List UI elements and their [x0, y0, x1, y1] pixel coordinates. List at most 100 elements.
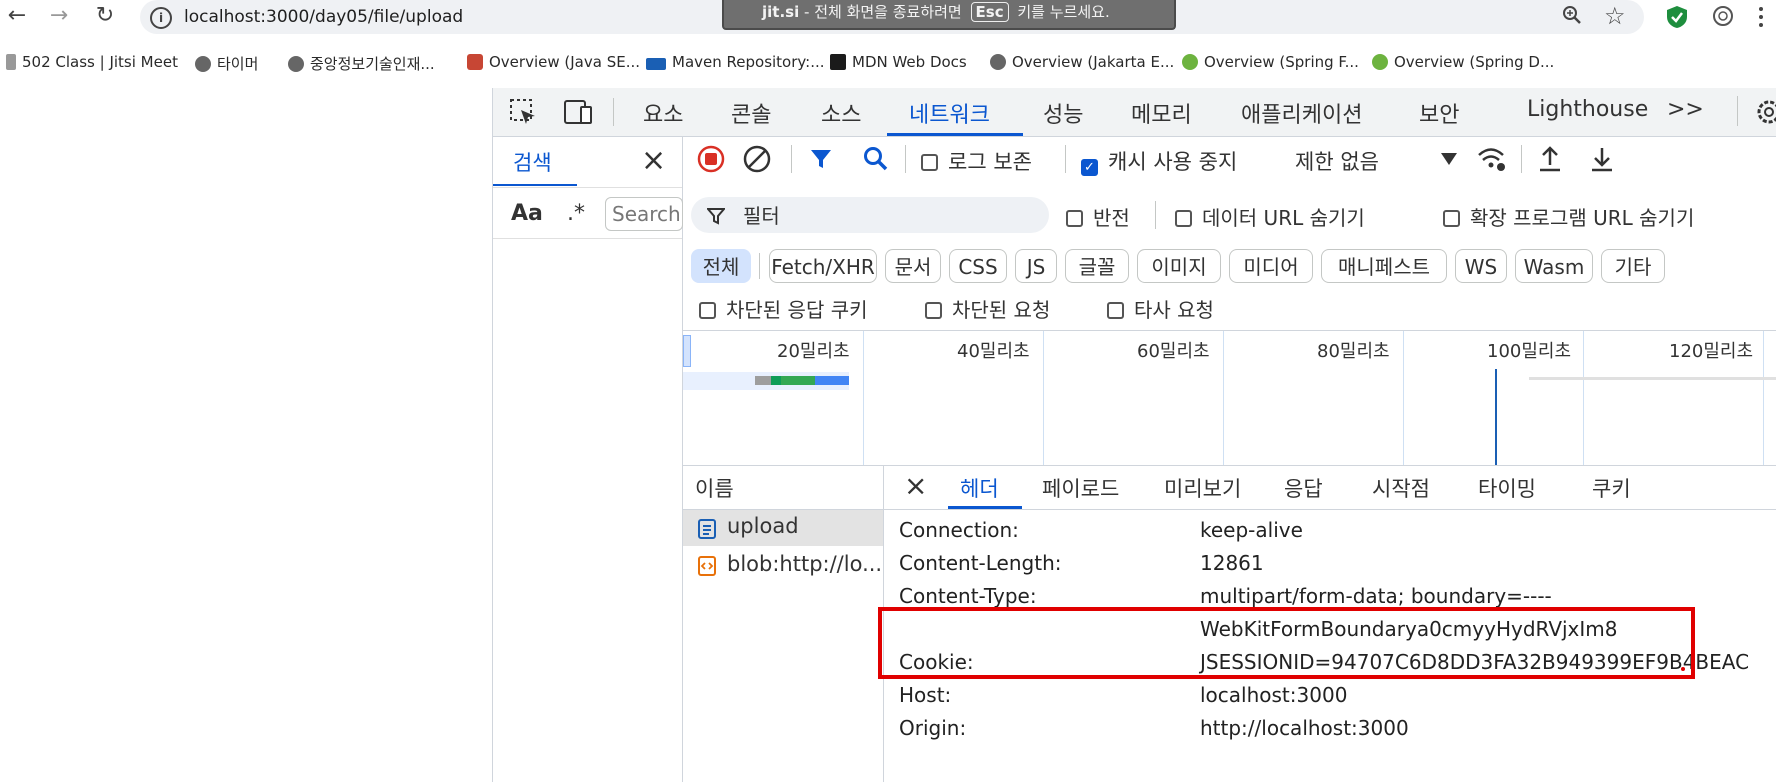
- globe-icon: [990, 54, 1006, 70]
- checkbox-box[interactable]: [925, 302, 942, 319]
- settings-gear-icon[interactable]: [1755, 98, 1776, 130]
- divider: [1521, 145, 1522, 173]
- filter-input[interactable]: 필터: [691, 197, 1049, 233]
- globe-icon: [288, 56, 304, 72]
- tab-response[interactable]: 응답: [1284, 473, 1323, 503]
- bookmark-item[interactable]: MDN Web Docs: [830, 53, 967, 71]
- type-filter-manifest[interactable]: 매니페스트: [1321, 249, 1447, 283]
- tab-network[interactable]: 네트워크: [909, 97, 990, 129]
- search-icon[interactable]: [863, 146, 889, 176]
- bookmark-item[interactable]: 502 Class | Jitsi Meet: [6, 53, 178, 71]
- type-filter-fetch-xhr[interactable]: Fetch/XHR: [769, 249, 877, 283]
- back-arrow-icon[interactable]: ←: [2, 2, 32, 30]
- clear-icon[interactable]: [743, 145, 771, 177]
- dropdown-arrow-icon[interactable]: [1441, 153, 1457, 165]
- close-icon[interactable]: ×: [641, 143, 666, 178]
- invert-label: 반전: [1093, 206, 1130, 230]
- checkbox-box[interactable]: [1066, 210, 1083, 227]
- export-har-download-icon[interactable]: [1589, 145, 1615, 177]
- tab-sources[interactable]: 소스: [821, 97, 861, 129]
- type-filter-all[interactable]: 전체: [691, 249, 751, 283]
- preserve-log-checkbox[interactable]: 로그 보존: [921, 146, 1032, 176]
- tab-timing[interactable]: 타이밍: [1478, 473, 1536, 503]
- extension-shield-icon[interactable]: [1666, 5, 1688, 34]
- search-tab[interactable]: 검색: [513, 147, 552, 177]
- type-filter-font[interactable]: 글꼴: [1065, 249, 1129, 283]
- throttling-select[interactable]: 제한 없음: [1295, 146, 1379, 176]
- filter-funnel-icon[interactable]: [809, 147, 833, 175]
- tab-memory[interactable]: 메모리: [1131, 97, 1192, 129]
- search-input[interactable]: Search: [605, 197, 683, 231]
- hide-extension-urls-checkbox[interactable]: 확장 프로그램 URL 숨기기: [1443, 202, 1694, 231]
- type-filter-css[interactable]: CSS: [949, 249, 1007, 283]
- hide-data-urls-checkbox[interactable]: 데이터 URL 숨기기: [1175, 202, 1365, 231]
- profile-icon[interactable]: [1712, 5, 1734, 32]
- timeline-overview[interactable]: 20밀리초 40밀리초 60밀리초 80밀리초 100밀리초 120밀리초: [683, 330, 1776, 466]
- checkbox-box[interactable]: [699, 302, 716, 319]
- tick-label: 40밀리초: [957, 341, 1030, 362]
- tab-console[interactable]: 콘솔: [731, 97, 771, 129]
- menu-icon[interactable]: [1756, 6, 1766, 33]
- header-value: localhost:3000: [1200, 683, 1348, 707]
- request-name: upload: [727, 514, 799, 538]
- type-filter-ws[interactable]: WS: [1455, 249, 1507, 283]
- site-info-icon[interactable]: i: [150, 7, 172, 29]
- bookmark-item[interactable]: Maven Repository:...: [646, 53, 825, 71]
- blocked-cookies-checkbox[interactable]: 차단된 응답 쿠키: [699, 294, 868, 323]
- network-conditions-icon[interactable]: [1477, 145, 1507, 177]
- reload-icon[interactable]: ↻: [90, 2, 120, 30]
- header-value: 12861: [1200, 551, 1264, 575]
- tab-preview[interactable]: 미리보기: [1164, 473, 1241, 503]
- banner-message-end: 키를 누르세요.: [1017, 3, 1110, 21]
- type-filter-media[interactable]: 미디어: [1229, 249, 1313, 283]
- zoom-icon[interactable]: [1562, 5, 1582, 30]
- type-filter-doc[interactable]: 문서: [885, 249, 941, 283]
- type-filter-other[interactable]: 기타: [1601, 249, 1665, 283]
- request-row[interactable]: blob:http://lo...: [683, 548, 883, 584]
- tab-elements[interactable]: 요소: [643, 97, 683, 129]
- third-party-checkbox[interactable]: 타사 요청: [1107, 294, 1214, 323]
- blocked-requests-checkbox[interactable]: 차단된 요청: [925, 294, 1050, 323]
- regex-button[interactable]: .*: [567, 201, 585, 226]
- name-column-header[interactable]: 이름: [683, 465, 883, 510]
- bookmark-item[interactable]: 타이머: [195, 53, 258, 74]
- checkbox-box[interactable]: [1107, 302, 1124, 319]
- close-icon[interactable]: ×: [904, 469, 927, 502]
- stop-recording-icon[interactable]: [697, 145, 725, 177]
- tab-payload[interactable]: 페이로드: [1042, 473, 1119, 503]
- type-filter-img[interactable]: 이미지: [1137, 249, 1221, 283]
- more-tabs-icon[interactable]: >>: [1667, 97, 1704, 122]
- bookmark-item[interactable]: Overview (Spring F...: [1182, 53, 1359, 71]
- inspect-element-icon[interactable]: [509, 98, 537, 130]
- import-har-upload-icon[interactable]: [1537, 145, 1563, 177]
- tab-initiator[interactable]: 시작점: [1372, 473, 1430, 503]
- bookmark-item[interactable]: Overview (Jakarta E...: [990, 53, 1174, 71]
- tab-performance[interactable]: 성능: [1043, 97, 1083, 129]
- forward-arrow-icon[interactable]: →: [44, 2, 74, 30]
- type-filter-js[interactable]: JS: [1015, 249, 1057, 283]
- disable-cache-checkbox[interactable]: ✓ 캐시 사용 중지: [1081, 146, 1237, 176]
- tab-headers[interactable]: 헤더: [960, 473, 999, 503]
- details-tab-bar: × 헤더 페이로드 미리보기 응답 시작점 타이밍 쿠키: [884, 465, 1776, 510]
- url-text[interactable]: localhost:3000/day05/file/upload: [184, 7, 463, 27]
- request-row-selected[interactable]: upload: [683, 510, 883, 546]
- tab-lighthouse[interactable]: Lighthouse: [1527, 97, 1648, 122]
- timeline-left-handle[interactable]: [683, 335, 691, 367]
- request-name: blob:http://lo...: [727, 552, 883, 576]
- checkbox-box[interactable]: [1443, 210, 1460, 227]
- tick-label: 60밀리초: [1137, 341, 1210, 362]
- bookmark-star-icon[interactable]: ☆: [1604, 2, 1626, 30]
- tab-cookies[interactable]: 쿠키: [1592, 473, 1631, 503]
- device-toolbar-icon[interactable]: [563, 99, 593, 129]
- bookmark-item[interactable]: Overview (Java SE...: [467, 53, 640, 71]
- tab-application[interactable]: 애플리케이션: [1241, 97, 1362, 129]
- bookmark-item[interactable]: 중앙정보기술인재...: [288, 53, 435, 74]
- bookmark-item[interactable]: Overview (Spring D...: [1372, 53, 1554, 71]
- type-filter-wasm[interactable]: Wasm: [1515, 249, 1593, 283]
- match-case-button[interactable]: Aa: [511, 201, 543, 226]
- tab-security[interactable]: 보안: [1419, 97, 1459, 129]
- invert-checkbox[interactable]: 반전: [1066, 202, 1130, 231]
- checkbox-box[interactable]: [1175, 210, 1192, 227]
- checkbox-box[interactable]: [921, 154, 938, 171]
- checkbox-box[interactable]: ✓: [1081, 159, 1098, 176]
